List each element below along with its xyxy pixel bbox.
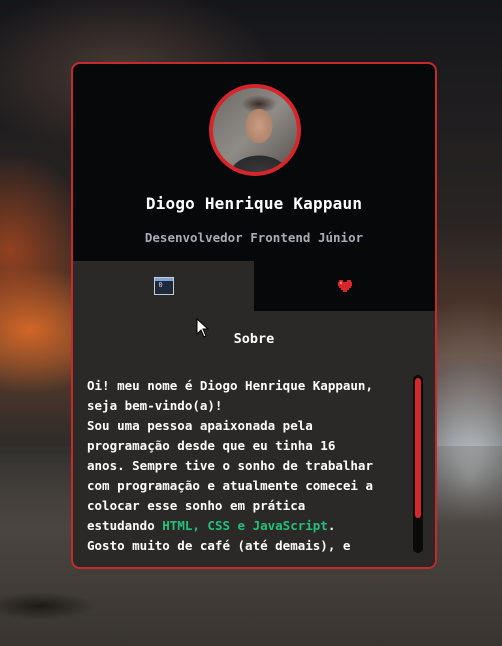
about-panel: Sobre Oi! meu nome é Diogo Henrique Kapp… [73, 311, 435, 567]
about-line: anos. Sempre tive o sonho de trabalhar [87, 458, 373, 473]
about-line: Oi! meu nome é Diogo Henrique Kappaun, [87, 378, 373, 393]
about-scrollbar[interactable] [413, 375, 423, 553]
about-line: Gosto muito de café (até demais), e [87, 538, 351, 553]
scrollbar-thumb[interactable] [415, 378, 421, 518]
about-text: Oi! meu nome é Diogo Henrique Kappaun, s… [87, 376, 402, 556]
studying-suffix: . [327, 518, 336, 533]
about-line: Sou uma pessoa apaixonada pela [87, 418, 313, 433]
window-icon [153, 277, 174, 295]
studying-prefix: estudando [87, 518, 163, 533]
tab-favorites[interactable] [254, 261, 435, 311]
tab-bar [73, 261, 435, 311]
mouse-cursor-icon [196, 318, 210, 338]
profile-name: Diogo Henrique Kappaun [145, 194, 363, 213]
profile-role: Desenvolvedor Frontend Júnior [144, 230, 364, 245]
heart-icon [337, 280, 352, 292]
about-line-studying: estudando HTML, CSS e JavaScript. [87, 516, 402, 536]
panel-title: Sobre [233, 331, 275, 347]
tech-highlight: HTML, CSS e JavaScript [162, 518, 328, 533]
about-line: programação desde que eu tinha 16 [87, 438, 336, 453]
about-line: com programação e atualmente comecei a [87, 478, 373, 493]
avatar [209, 84, 301, 176]
about-line: colocar esse sonho em prática [87, 498, 306, 513]
tab-about[interactable] [73, 261, 254, 311]
profile-card: Diogo Henrique Kappaun Desenvolvedor Fro… [71, 62, 437, 569]
about-line: seja bem-vindo(a)! [87, 398, 223, 413]
